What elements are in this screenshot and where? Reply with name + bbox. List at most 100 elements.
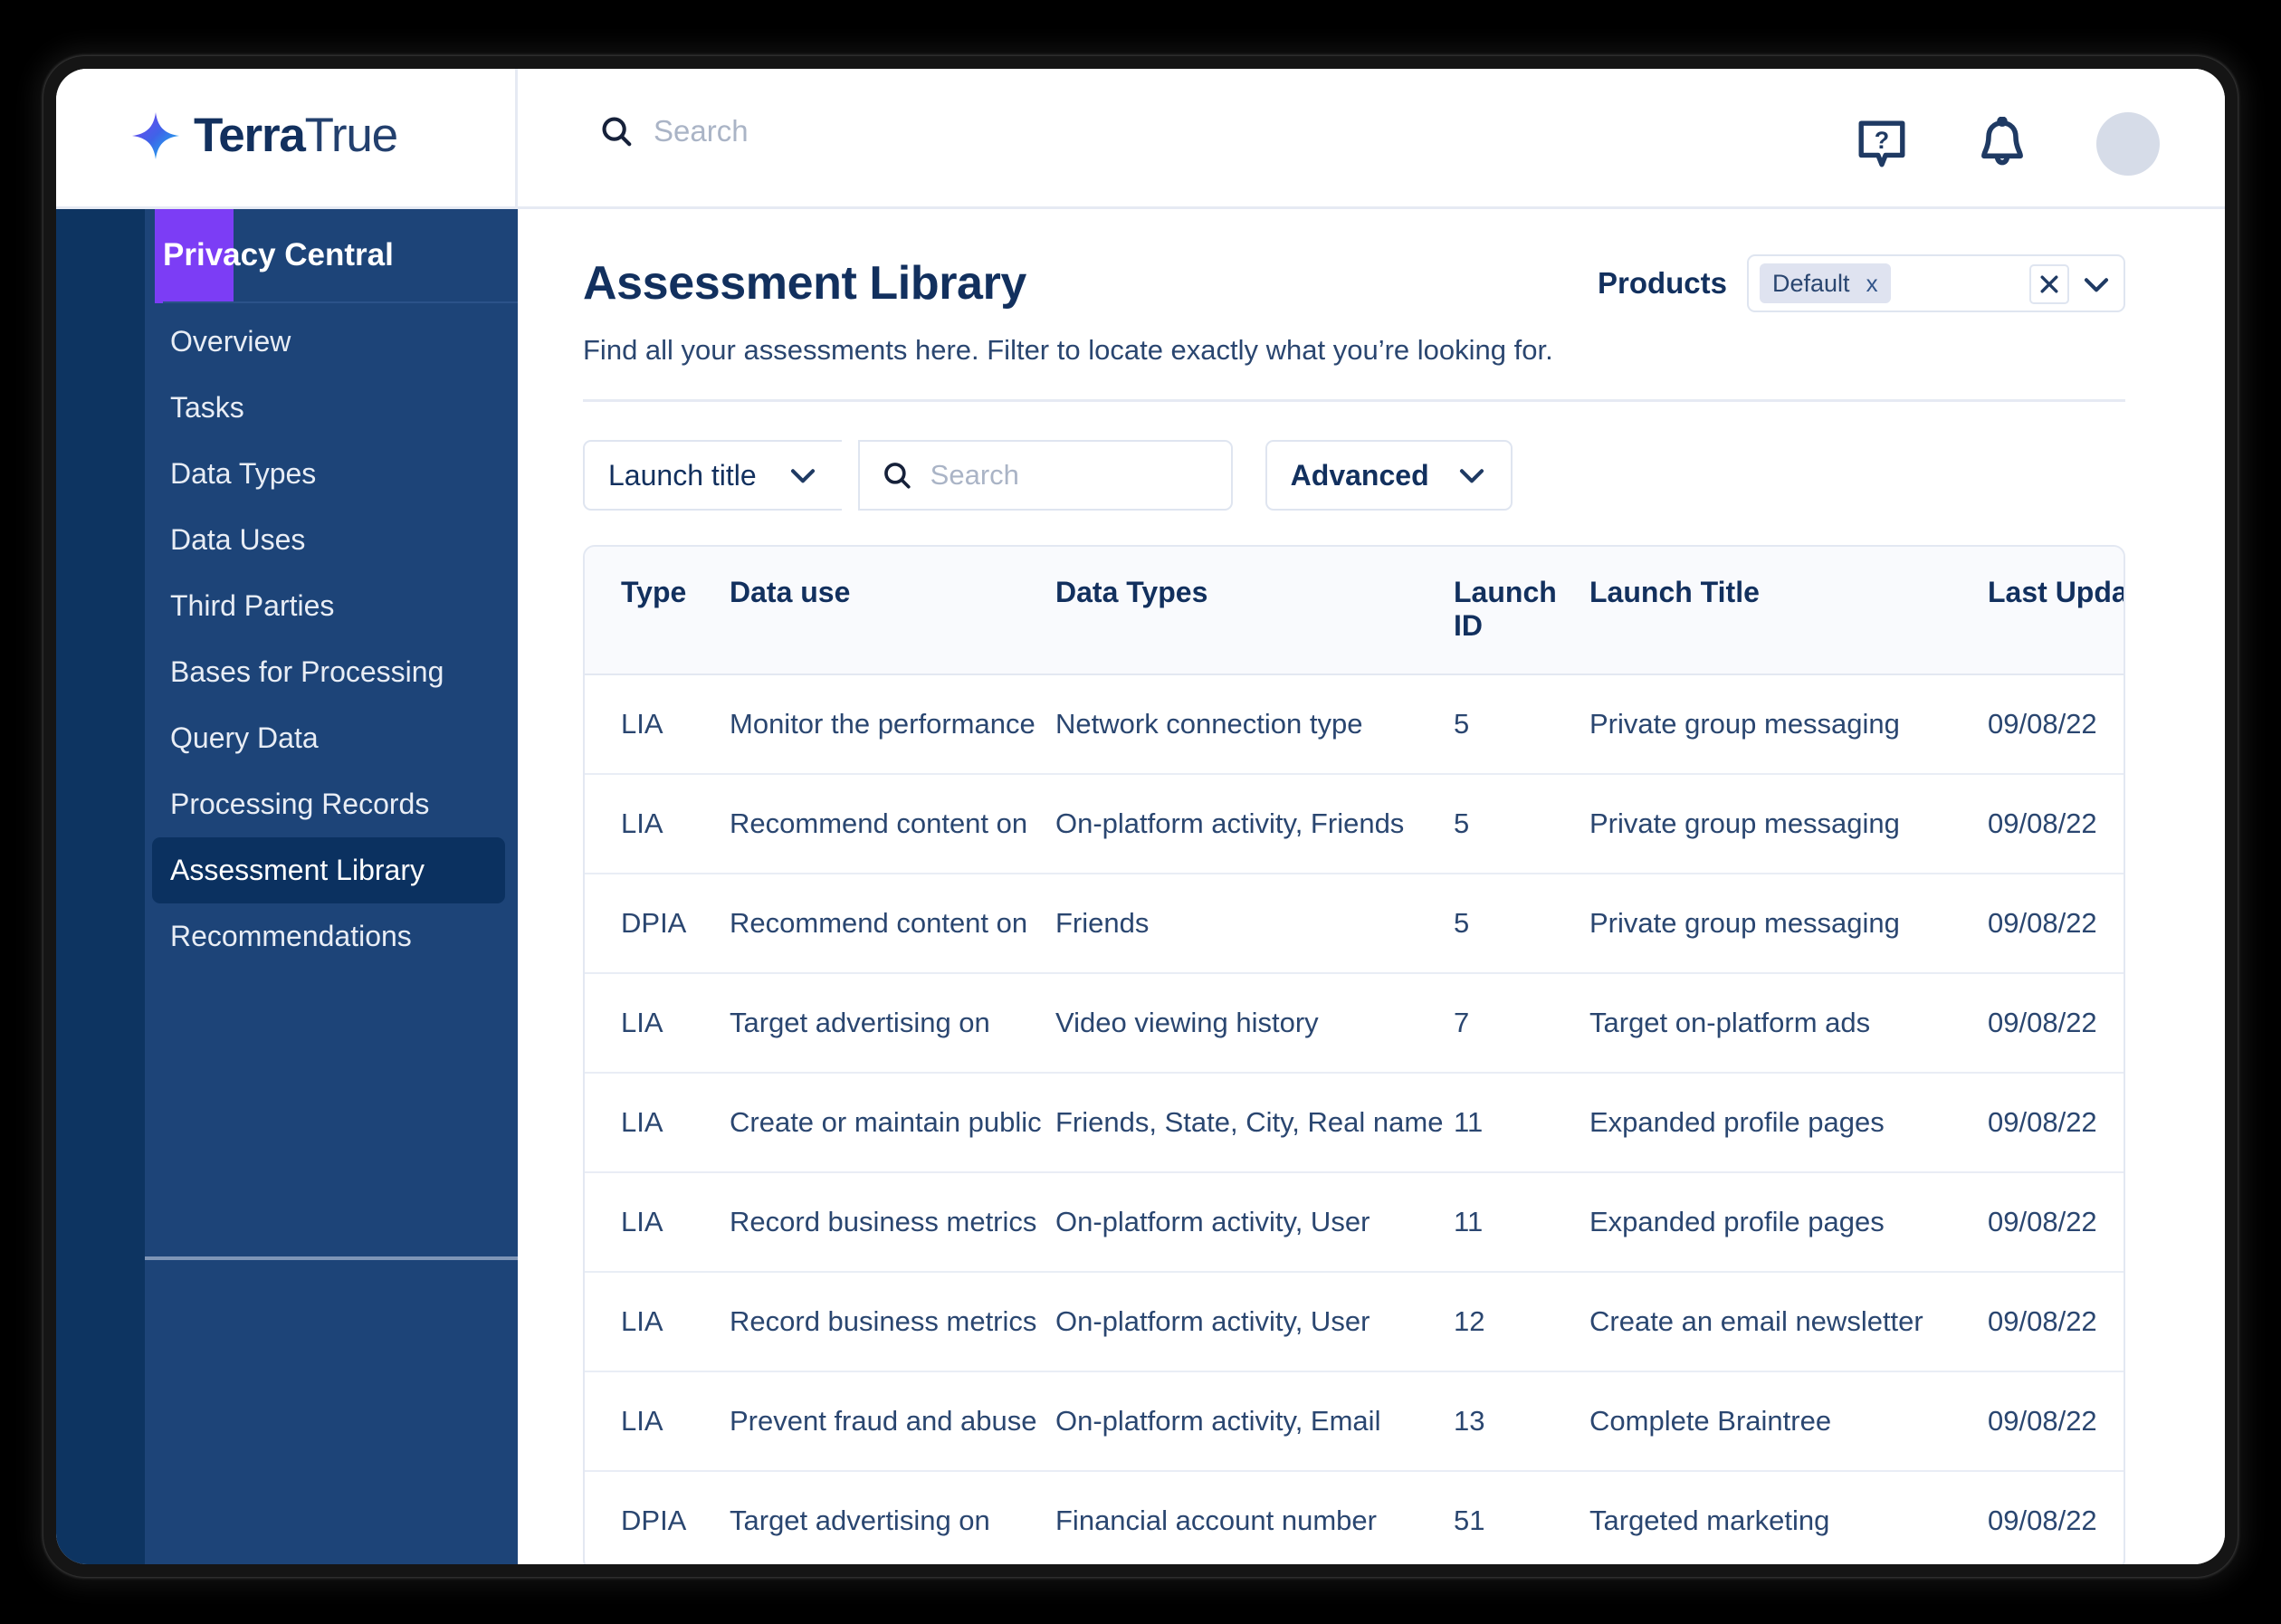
cell-launch-title: Expanded profile pages <box>1589 1172 1988 1273</box>
cell-launch-id: 12 <box>1454 1272 1589 1372</box>
chevron-down-icon <box>790 469 815 483</box>
sidebar-divider <box>145 1256 518 1260</box>
table-row[interactable]: LIA Record business metrics On-platform ac… <box>585 1272 2124 1372</box>
cell-type: DPIA <box>621 1505 687 1536</box>
table-header-row: Type Data use Data Types Launch ID Launch Ti… <box>585 547 2124 675</box>
cell-data-use: Prevent fraud and abuse <box>730 1371 1055 1472</box>
sidebar-item-bases-for-processing[interactable]: Bases for Processing <box>152 639 505 705</box>
table-row[interactable]: LIA Record business metrics On-platform ac… <box>585 1172 2124 1273</box>
cell-launch-title: Private group messaging <box>1589 774 1988 874</box>
field-select[interactable]: Launch title <box>583 440 842 511</box>
svg-text:?: ? <box>1875 127 1889 154</box>
product-chip-default[interactable]: Default x <box>1760 263 1891 303</box>
table-row[interactable]: LIA Recommend content on On-platform activ… <box>585 774 2124 874</box>
table-row[interactable]: DPIA Target advertising on Financial accou… <box>585 1471 2124 1564</box>
cell-data-use: Target advertising on <box>730 973 1055 1074</box>
bell-icon[interactable] <box>1977 117 2028 171</box>
cell-launch-title: Targeted marketing <box>1589 1505 1830 1536</box>
products-label: Products <box>1597 266 1727 300</box>
table-row[interactable]: DPIA Recommend content on Friends 5 Private … <box>585 874 2124 974</box>
sidebar-item-assessment-library[interactable]: Assessment Library <box>152 837 505 903</box>
sidebar-nav: Overview Tasks Data Types Data Uses Third Pa… <box>145 303 518 970</box>
global-search-placeholder: Search <box>654 114 749 148</box>
cell-launch-title: Complete Braintree <box>1589 1371 1988 1472</box>
table-row[interactable]: LIA Prevent fraud and abuse On-platform ac… <box>585 1371 2124 1472</box>
column-header-launch-title[interactable]: Launch Title <box>1589 547 1988 675</box>
sidebar-item-processing-records[interactable]: Processing Records <box>152 771 505 837</box>
avatar[interactable] <box>2096 112 2160 176</box>
close-icon <box>2040 275 2058 293</box>
top-bar: TerraTrue Search ? <box>56 69 2225 209</box>
cell-data-use: Recommend content on <box>730 774 1055 874</box>
app-logo[interactable]: TerraTrue <box>130 109 398 162</box>
sidebar-title: Privacy Central <box>163 209 518 303</box>
field-select-value: Launch title <box>608 458 757 492</box>
cell-launch-title: Target on-platform ads <box>1589 973 1988 1074</box>
products-select[interactable]: Default x <box>1747 254 2125 312</box>
cell-data-use: Recommend content on <box>730 874 1055 974</box>
cell-last-updated: 09/08/22 <box>1988 1073 2124 1173</box>
column-header-launch-id[interactable]: Launch ID <box>1454 547 1589 675</box>
cell-data-types: Video viewing history <box>1055 973 1454 1074</box>
cell-launch-id: 51 <box>1454 1505 1485 1536</box>
logo-text-true: True <box>304 109 398 162</box>
cell-type: LIA <box>585 973 730 1074</box>
four-point-star-icon <box>132 112 179 159</box>
table-body: LIA Monitor the performance Network connec… <box>585 674 2124 1564</box>
cell-last-updated: 09/08/22 <box>1988 674 2124 775</box>
cell-launch-id: 5 <box>1454 674 1589 775</box>
sidebar-item-recommendations[interactable]: Recommendations <box>152 903 505 970</box>
cell-data-types: Financial account number <box>1055 1505 1377 1536</box>
sidebar: Privacy Central Overview Tasks Data Types D… <box>56 209 518 1564</box>
cell-data-types: On-platform activity, User <box>1055 1272 1454 1372</box>
product-chip-label: Default <box>1772 269 1850 297</box>
table-row[interactable]: LIA Create or maintain public Friends, Sta… <box>585 1073 2124 1173</box>
header-divider <box>583 399 2125 402</box>
cell-last-updated: 09/08/22 <box>1988 874 2124 974</box>
column-header-type[interactable]: Type <box>585 547 730 675</box>
filter-toolbar: Launch title Search Advanced <box>583 440 2125 511</box>
chevron-down-icon <box>1459 469 1484 483</box>
product-chip-remove-icon[interactable]: x <box>1866 270 1878 298</box>
cell-last-updated: 09/08/22 <box>1988 1272 2124 1372</box>
cell-type: DPIA <box>585 874 730 974</box>
logo-wordmark: TerraTrue <box>194 109 398 162</box>
cell-data-use: Create or maintain public <box>730 1073 1055 1173</box>
help-bubble-icon[interactable]: ? <box>1856 118 1908 170</box>
products-clear-button[interactable] <box>2029 264 2069 304</box>
cell-data-types: Network connection type <box>1055 674 1454 775</box>
sidebar-panel: Privacy Central Overview Tasks Data Types D… <box>145 209 518 1564</box>
global-search[interactable]: Search <box>599 114 749 148</box>
table-search-input[interactable]: Search <box>857 440 1233 511</box>
sidebar-item-overview[interactable]: Overview <box>152 309 505 375</box>
cell-launch-id: 7 <box>1454 973 1589 1074</box>
sidebar-item-tasks[interactable]: Tasks <box>152 375 505 441</box>
page-header: Assessment Library Find all your assessm… <box>583 209 2125 402</box>
sidebar-item-query-data[interactable]: Query Data <box>152 705 505 771</box>
cell-last-updated: 09/08/22 <box>1988 774 2124 874</box>
column-header-data-types[interactable]: Data Types <box>1055 547 1454 675</box>
table-row[interactable]: LIA Target advertising on Video viewing hi… <box>585 973 2124 1074</box>
top-bar-actions: ? <box>1856 112 2160 176</box>
assessments-table: Type Data use Data Types Launch ID Launch Ti… <box>583 545 2125 1564</box>
table-row[interactable]: LIA Monitor the performance Network connec… <box>585 674 2124 775</box>
cell-data-types: On-platform activity, Email <box>1055 1371 1454 1472</box>
cell-last-updated: 09/08/22 <box>1988 1371 2124 1472</box>
advanced-filter-button[interactable]: Advanced <box>1265 440 1513 511</box>
products-caret[interactable] <box>2082 274 2111 299</box>
sidebar-item-third-parties[interactable]: Third Parties <box>152 573 505 639</box>
column-header-last-updated[interactable]: Last Updated <box>1988 547 2124 675</box>
cell-data-use: Target advertising on <box>730 1505 990 1536</box>
search-icon <box>602 117 632 147</box>
cell-launch-id: 11 <box>1454 1073 1589 1173</box>
sidebar-item-data-types[interactable]: Data Types <box>152 441 505 507</box>
cell-launch-id: 11 <box>1454 1172 1589 1273</box>
cell-type: LIA <box>585 774 730 874</box>
cell-type: LIA <box>585 1073 730 1173</box>
sidebar-item-data-uses[interactable]: Data Uses <box>152 507 505 573</box>
cell-data-types: On-platform activity, User <box>1055 1172 1454 1273</box>
column-header-data-use[interactable]: Data use <box>730 547 1055 675</box>
logo-text-terra: Terra <box>194 109 306 162</box>
cell-type: LIA <box>585 1272 730 1372</box>
cell-launch-title: Private group messaging <box>1589 874 1988 974</box>
